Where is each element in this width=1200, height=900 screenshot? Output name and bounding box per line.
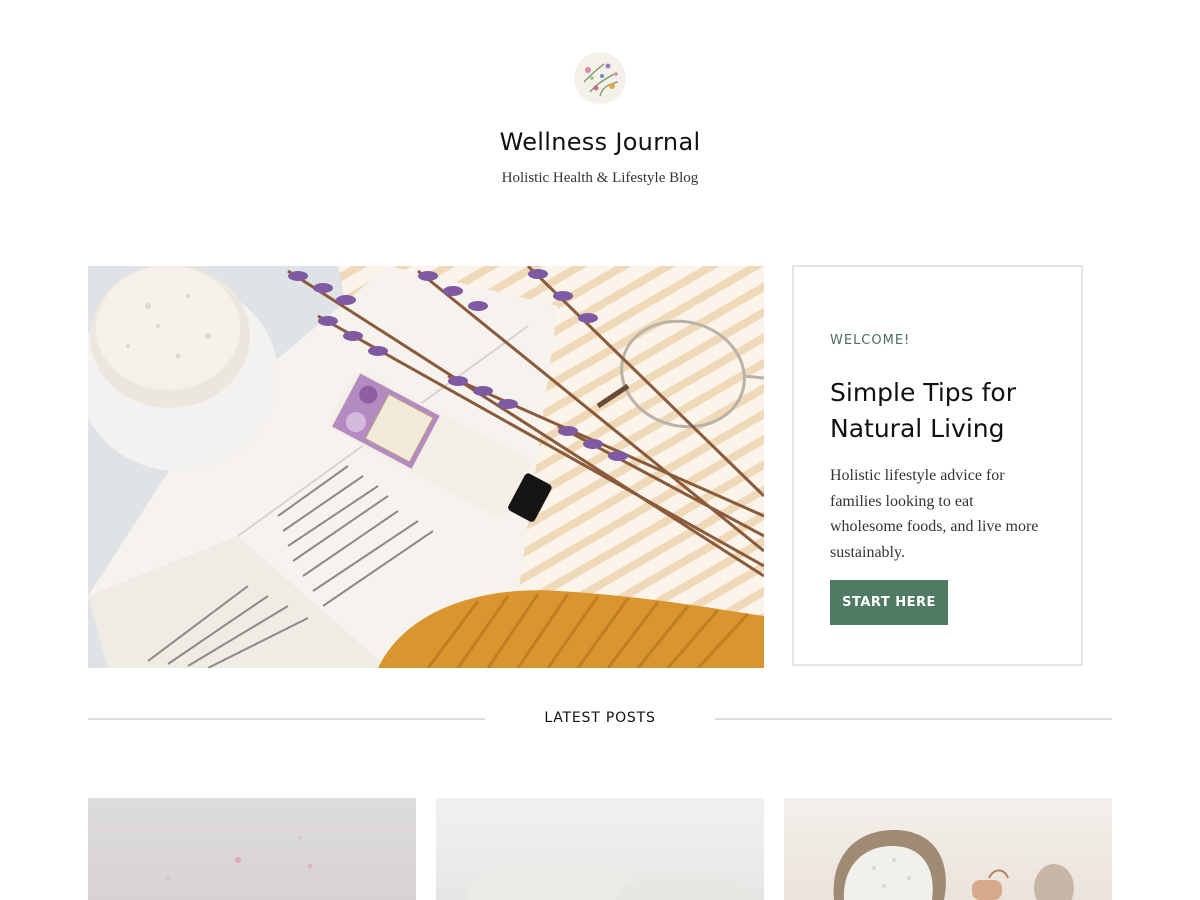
post-thumbnail-3[interactable] <box>784 798 1112 900</box>
welcome-title: Simple Tips for Natural Living <box>830 378 1016 443</box>
latest-posts-heading: LATEST POSTS <box>544 710 656 726</box>
site-tagline: Holistic Health & Lifestyle Blog <box>501 170 699 186</box>
welcome-kicker: WELCOME! <box>830 333 911 348</box>
post-image-icon <box>166 836 313 880</box>
post-image-icon <box>833 830 1074 900</box>
hero-image[interactable] <box>88 266 764 668</box>
post-thumbnail-1[interactable] <box>88 798 416 900</box>
floral-logo-icon <box>574 52 626 104</box>
welcome-text: Holistic lifestyle advice for families l… <box>830 467 1039 561</box>
post-thumbnail-2[interactable] <box>436 798 764 900</box>
start-here-button[interactable]: START HERE <box>830 580 948 625</box>
divider-right <box>715 718 1112 720</box>
site-title[interactable]: Wellness Journal <box>0 128 1200 156</box>
welcome-card: WELCOME! Simple Tips for Natural Living … <box>792 265 1083 666</box>
divider-left <box>88 718 485 720</box>
site-logo[interactable] <box>574 52 626 104</box>
flatlay-photo-icon <box>88 266 764 668</box>
post-image-icon <box>466 863 756 900</box>
